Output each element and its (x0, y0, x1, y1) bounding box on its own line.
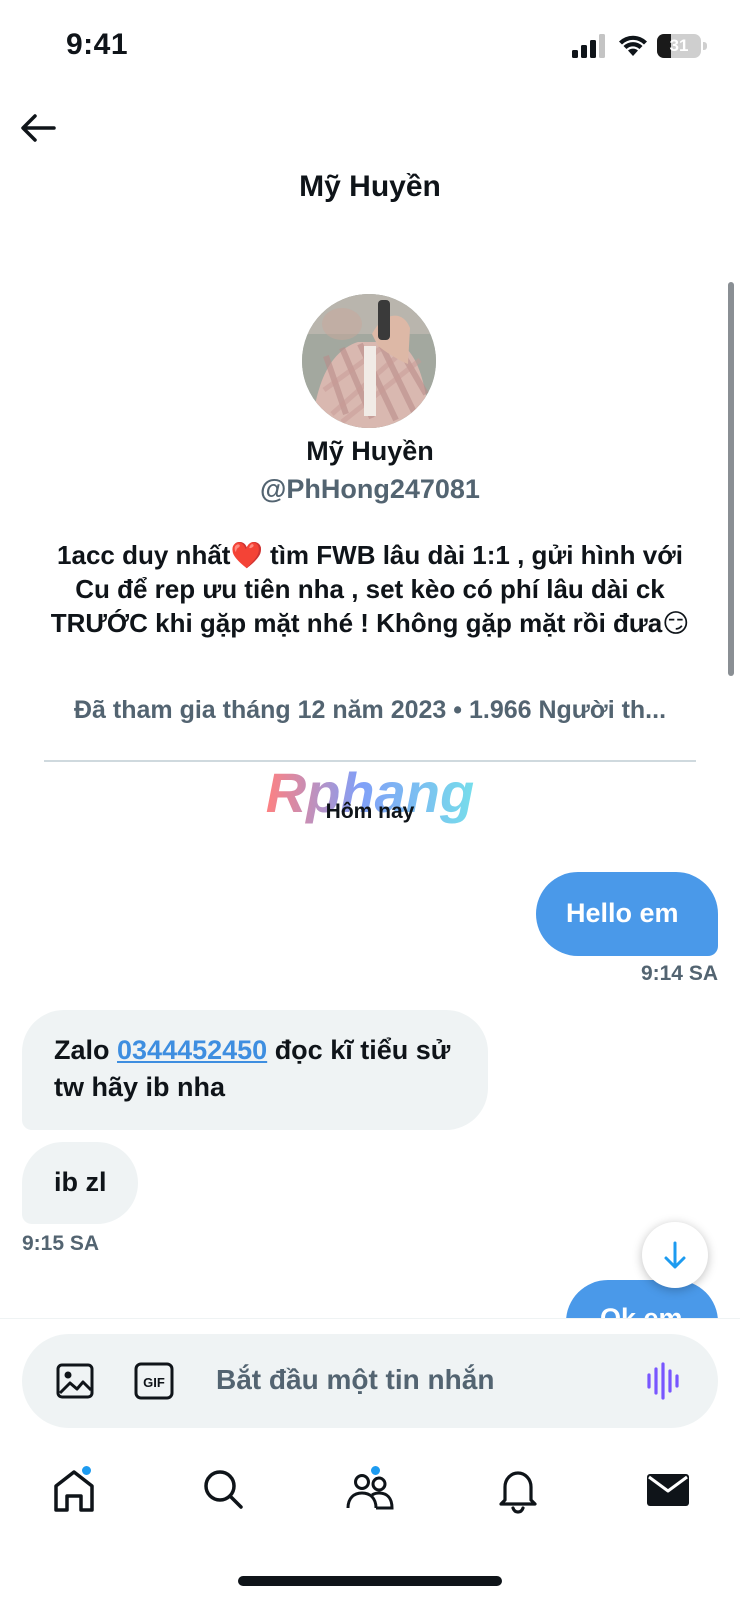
battery-level: 31 (669, 36, 689, 55)
scroll-to-bottom-button[interactable] (642, 1222, 708, 1288)
divider (44, 760, 696, 762)
message-input[interactable] (216, 1356, 616, 1404)
gif-icon[interactable]: GIF (134, 1362, 174, 1400)
heart-emoji: ❤️ (230, 540, 263, 570)
date-separator: Hôm nay (325, 800, 415, 823)
wifi-icon (619, 35, 647, 56)
arrow-left-icon[interactable] (18, 108, 58, 148)
message-bubble-incoming[interactable]: ib zl (22, 1142, 138, 1224)
notification-dot (80, 1464, 93, 1477)
profile-name: Mỹ Huyền (306, 436, 434, 466)
image-icon[interactable] (54, 1360, 96, 1402)
arrow-down-icon (664, 1241, 686, 1269)
message-timestamp: 9:14 SA (640, 962, 718, 985)
tab-communities[interactable] (342, 1462, 398, 1518)
battery-icon: 31 (657, 34, 707, 58)
avatar[interactable] (302, 294, 436, 428)
profile-bio: 1acc duy nhất❤️ tìm FWB lâu dài 1:1 , gử… (44, 538, 696, 640)
cellular-signal-icon (572, 34, 605, 58)
mail-icon (647, 1474, 689, 1506)
home-indicator (238, 1576, 502, 1586)
tab-home[interactable] (46, 1462, 102, 1518)
phone-number-link[interactable]: 0344452450 (117, 1035, 267, 1065)
message-bubble-outgoing[interactable]: Hello em (536, 872, 718, 956)
voice-icon[interactable] (644, 1362, 684, 1400)
status-bar: 9:41 31 (0, 0, 740, 96)
home-icon (54, 1470, 94, 1512)
tab-messages[interactable] (640, 1462, 696, 1518)
smirk-emoji: 😏 (662, 608, 690, 638)
status-time: 9:41 (66, 28, 129, 61)
profile-photo (302, 294, 436, 428)
tab-search[interactable] (196, 1462, 252, 1518)
gif-label: GIF (143, 1375, 165, 1390)
search-icon (204, 1470, 243, 1509)
bell-icon (499, 1471, 537, 1514)
notification-dot (369, 1464, 382, 1477)
conversation-title: Mỹ Huyền (299, 170, 441, 203)
bio-text-start: 1acc duy nhất (57, 540, 231, 570)
message-bubble-incoming[interactable]: Zalo 0344452450 đọc kĩ tiểu sử tw hãy ib… (22, 1010, 488, 1130)
profile-handle[interactable]: @PhHong247081 (0, 474, 740, 505)
message-text: Zalo (54, 1035, 118, 1065)
profile-joined-followers[interactable]: Đã tham gia tháng 12 năm 2023 • 1.966 Ng… (44, 696, 696, 725)
tab-notifications[interactable] (490, 1462, 546, 1518)
message-timestamp: 9:15 SA (22, 1232, 100, 1255)
